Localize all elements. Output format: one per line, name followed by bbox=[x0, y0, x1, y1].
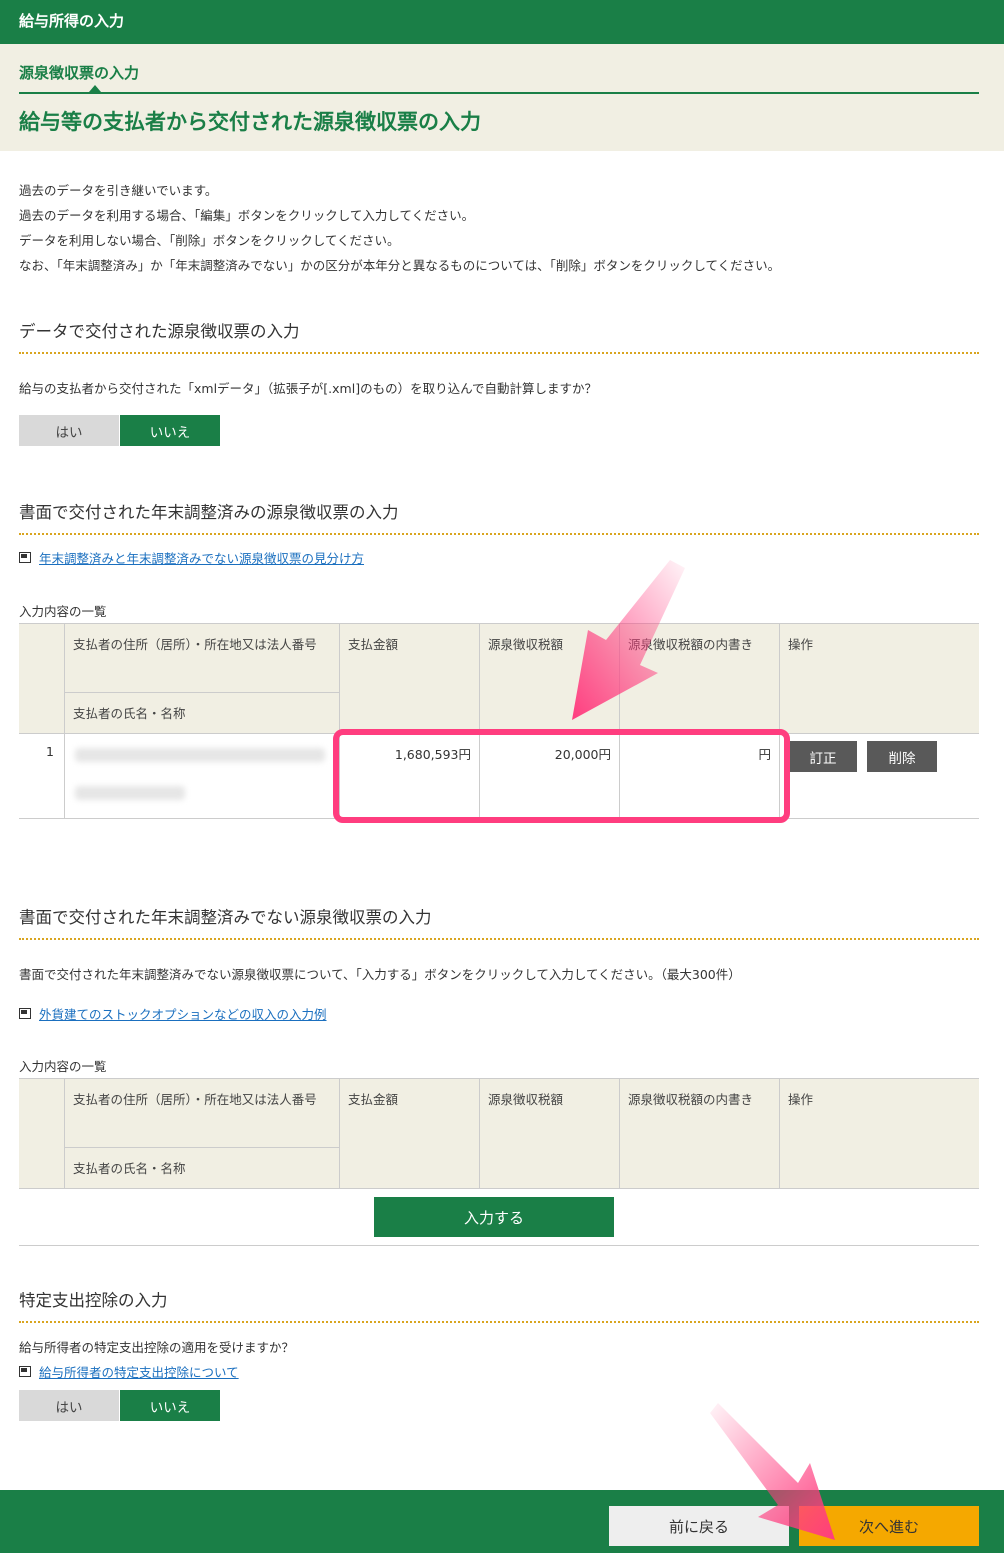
header-payer-address: 支払者の住所（居所）・所在地又は法人番号 bbox=[64, 1079, 339, 1147]
header-payment: 支払金額 bbox=[339, 624, 479, 734]
section-title-data: データで交付された源泉徴収票の入力 bbox=[19, 318, 979, 354]
header-index bbox=[19, 624, 64, 734]
input-button[interactable]: 入力する bbox=[374, 1197, 614, 1237]
edit-button[interactable]: 訂正 bbox=[789, 741, 857, 772]
table-header: 支払者の住所（居所）・所在地又は法人番号 支払者の氏名・名称 支払金額 源泉徴収… bbox=[19, 624, 979, 734]
xml-no-button[interactable]: いいえ bbox=[120, 415, 220, 446]
section-divider bbox=[19, 1245, 979, 1246]
special-yes-button[interactable]: はい bbox=[19, 1390, 119, 1421]
blurred-name bbox=[75, 786, 185, 800]
section-title-not-adjusted: 書面で交付された年末調整済みでない源泉徴収票の入力 bbox=[19, 904, 979, 940]
external-window-icon bbox=[19, 1008, 31, 1019]
stock-option-link-text[interactable]: 外貨建てのストックオプションなどの収入の入力例 bbox=[39, 1004, 327, 1023]
row-index: 1 bbox=[46, 744, 54, 759]
xml-yes-no-toggle: はい いいえ bbox=[19, 415, 220, 446]
table-header: 支払者の住所（居所）・所在地又は法人番号 支払者の氏名・名称 支払金額 源泉徴収… bbox=[19, 1079, 979, 1189]
special-question: 給与所得者の特定支出控除の適用を受けますか？ bbox=[19, 1340, 295, 1355]
special-no-button[interactable]: いいえ bbox=[120, 1390, 220, 1421]
intro-line: 過去のデータを引き継いでいます。 bbox=[19, 183, 218, 198]
adjusted-help-link-text[interactable]: 年末調整済みと年末調整済みでない源泉徴収票の見分け方 bbox=[39, 548, 364, 567]
header-ops: 操作 bbox=[779, 624, 979, 734]
xml-yes-button[interactable]: はい bbox=[19, 415, 119, 446]
highlight-box bbox=[333, 729, 790, 823]
blurred-address bbox=[75, 748, 325, 762]
delete-button[interactable]: 削除 bbox=[867, 741, 937, 772]
header-withholding-detail: 源泉徴収税額の内書き bbox=[619, 1079, 779, 1189]
step-caret-icon bbox=[89, 85, 101, 92]
external-window-icon bbox=[19, 1366, 31, 1377]
page-title: 給与等の支払者から交付された源泉徴収票の入力 bbox=[19, 110, 481, 134]
special-help-link[interactable]: 給与所得者の特定支出控除について bbox=[19, 1362, 239, 1381]
header-payer-name: 支払者の氏名・名称 bbox=[64, 1147, 339, 1189]
special-yes-no-toggle: はい いいえ bbox=[19, 1390, 220, 1421]
header-withholding: 源泉徴収税額 bbox=[479, 1079, 619, 1189]
list-label: 入力内容の一覧 bbox=[19, 1059, 107, 1074]
adjusted-help-link[interactable]: 年末調整済みと年末調整済みでない源泉徴収票の見分け方 bbox=[19, 548, 364, 567]
list-label: 入力内容の一覧 bbox=[19, 604, 107, 619]
row-payer-blurred bbox=[64, 734, 339, 819]
external-window-icon bbox=[19, 552, 31, 563]
not-adjusted-table: 支払者の住所（居所）・所在地又は法人番号 支払者の氏名・名称 支払金額 源泉徴収… bbox=[19, 1078, 979, 1189]
page-header: 源泉徴収票の入力 給与等の支払者から交付された源泉徴収票の入力 bbox=[0, 44, 1004, 151]
header-payment: 支払金額 bbox=[339, 1079, 479, 1189]
app-title-bar: 給与所得の入力 bbox=[0, 0, 1004, 44]
pointer-arrow-icon bbox=[572, 560, 685, 720]
header-ops: 操作 bbox=[779, 1079, 979, 1189]
not-adjusted-description: 書面で交付された年末調整済みでない源泉徴収票について、「入力する」ボタンをクリッ… bbox=[19, 967, 741, 982]
section-title-adjusted: 書面で交付された年末調整済みの源泉徴収票の入力 bbox=[19, 499, 979, 535]
intro-line: 過去のデータを利用する場合、「編集」ボタンをクリックして入力してください。 bbox=[19, 208, 475, 223]
header-payer-name: 支払者の氏名・名称 bbox=[64, 692, 339, 734]
xml-question: 給与の支払者から交付された「xmlデータ」（拡張子が[.xml]のもの）を取り込… bbox=[19, 381, 597, 396]
pointer-arrow-icon bbox=[710, 1403, 835, 1540]
header-payer-address: 支払者の住所（居所）・所在地又は法人番号 bbox=[64, 624, 339, 692]
header-index bbox=[19, 1079, 64, 1189]
stock-option-link[interactable]: 外貨建てのストックオプションなどの収入の入力例 bbox=[19, 1004, 327, 1023]
step-label: 源泉徴収票の入力 bbox=[19, 64, 140, 82]
intro-line: なお、「年末調整済み」か「年末調整済みでない」かの区分が本年分と異なるものについ… bbox=[19, 258, 781, 273]
app-title: 給与所得の入力 bbox=[19, 12, 125, 30]
intro-text: 過去のデータを引き継いでいます。 過去のデータを利用する場合、「編集」ボタンをク… bbox=[19, 178, 979, 278]
intro-line: データを利用しない場合、「削除」ボタンをクリックしてください。 bbox=[19, 233, 400, 248]
special-help-link-text[interactable]: 給与所得者の特定支出控除について bbox=[39, 1362, 239, 1381]
header-divider bbox=[19, 92, 979, 94]
section-title-special: 特定支出控除の入力 bbox=[19, 1287, 979, 1323]
